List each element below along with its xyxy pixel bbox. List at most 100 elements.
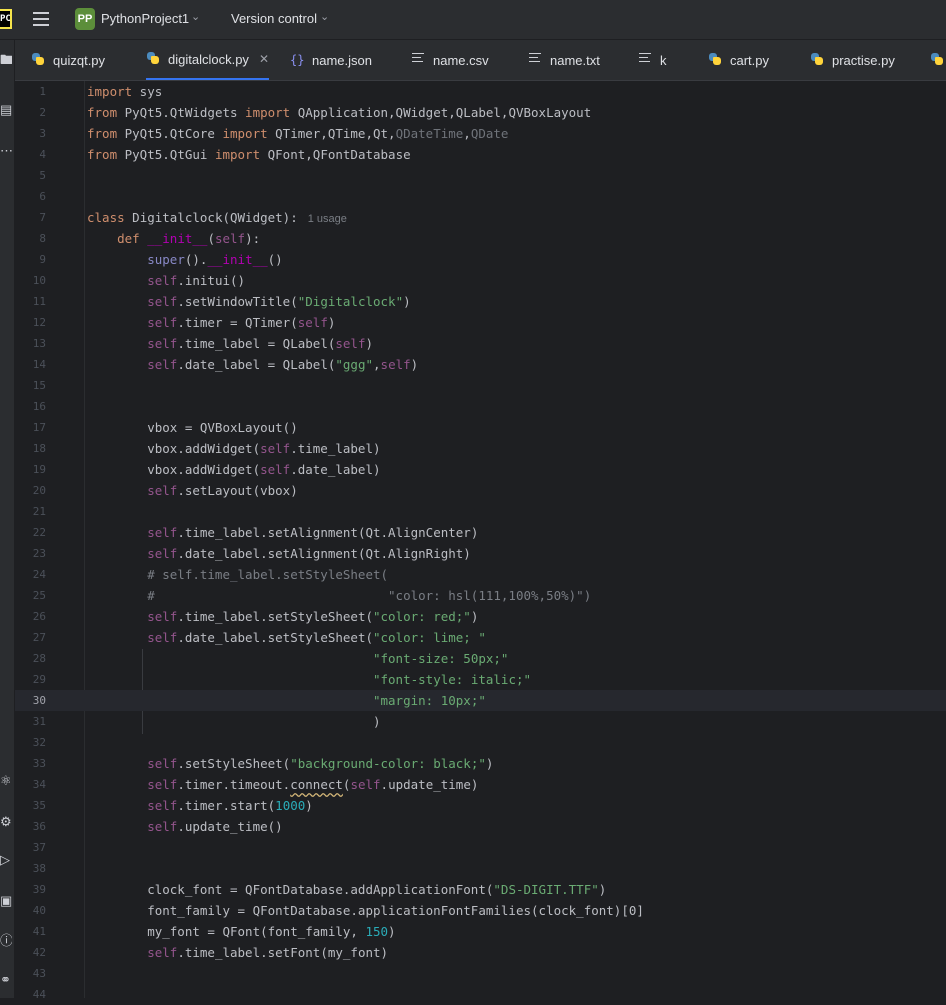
code-text[interactable]: self.setLayout(vbox) (87, 480, 298, 501)
chevron-down-icon[interactable]: ⌄ (320, 10, 329, 23)
code-text[interactable]: self.time_label = QLabel(self) (87, 333, 373, 354)
project-selector[interactable]: PythonProject1 (101, 11, 189, 26)
code-line[interactable]: 32 (15, 732, 946, 753)
code-text[interactable]: self.setWindowTitle("Digitalclock") (87, 291, 410, 312)
code-line[interactable]: 38 (15, 858, 946, 879)
code-text[interactable]: from PyQt5.QtCore import QTimer,QTime,Qt… (87, 123, 508, 144)
code-text[interactable]: def __init__(self): (87, 228, 260, 249)
code-line[interactable]: 20 self.setLayout(vbox) (15, 480, 946, 501)
code-line[interactable]: 30 "margin: 10px;" (15, 690, 946, 711)
tab-cart[interactable]: cart.py (708, 40, 769, 80)
code-line[interactable]: 21 (15, 501, 946, 522)
code-line[interactable]: 2 from PyQt5.QtWidgets import QApplicatio… (15, 102, 946, 123)
pycharm-logo-icon[interactable]: PC (0, 9, 12, 29)
code-text[interactable]: self.date_label = QLabel("ggg",self) (87, 354, 418, 375)
tab-name-txt[interactable]: name.txt (528, 40, 600, 80)
code-line[interactable]: 12 self.timer = QTimer(self) (15, 312, 946, 333)
code-text[interactable]: # "color: hsl(111,100%,50%)") (87, 585, 591, 606)
tab-digitalclock[interactable]: digitalclock.py ✕ (146, 40, 269, 80)
code-line[interactable]: 15 (15, 375, 946, 396)
code-text[interactable]: font_family = QFontDatabase.applicationF… (87, 900, 644, 921)
code-text[interactable]: self.time_label.setAlignment(Qt.AlignCen… (87, 522, 478, 543)
python-packages-icon[interactable]: ⚛ (0, 773, 12, 789)
code-text[interactable]: self.update_time() (87, 816, 282, 837)
code-line[interactable]: 33 self.setStyleSheet("background-color:… (15, 753, 946, 774)
code-line[interactable]: 8 def __init__(self): (15, 228, 946, 249)
code-line[interactable]: 39 clock_font = QFontDatabase.addApplica… (15, 879, 946, 900)
code-line[interactable]: 44 (15, 984, 946, 1005)
code-text[interactable]: vbox.addWidget(self.date_label) (87, 459, 380, 480)
code-line[interactable]: 35 self.timer.start(1000) (15, 795, 946, 816)
code-line[interactable]: 23 self.date_label.setAlignment(Qt.Align… (15, 543, 946, 564)
chevron-down-icon[interactable]: ⌄ (191, 10, 200, 23)
problems-icon[interactable]: ⓘ (0, 933, 12, 949)
code-line[interactable]: 16 (15, 396, 946, 417)
code-text[interactable]: self.timer.timeout.connect(self.update_t… (87, 774, 478, 795)
code-text[interactable]: "margin: 10px;" (87, 690, 486, 711)
code-line[interactable]: 29 "font-style: italic;" (15, 669, 946, 690)
code-text[interactable]: self.setStyleSheet("background-color: bl… (87, 753, 493, 774)
code-text[interactable]: self.timer = QTimer(self) (87, 312, 335, 333)
usage-hint[interactable]: 1 usage (308, 213, 347, 225)
code-line[interactable]: 4 from PyQt5.QtGui import QFont,QFontData… (15, 144, 946, 165)
code-text[interactable]: super().__init__() (87, 249, 283, 270)
tab-name-json[interactable]: {} name.json (290, 40, 372, 80)
code-text[interactable]: from PyQt5.QtWidgets import QApplication… (87, 102, 591, 123)
code-line[interactable]: 3 from PyQt5.QtCore import QTimer,QTime,Q… (15, 123, 946, 144)
code-text[interactable]: self.time_label.setStyleSheet("color: re… (87, 606, 478, 627)
code-text[interactable]: from PyQt5.QtGui import QFont,QFontDatab… (87, 144, 411, 165)
code-text[interactable]: # self.time_label.setStyleSheet( (87, 564, 388, 585)
run-icon[interactable]: ▷ (0, 852, 12, 868)
code-line[interactable]: 5 (15, 165, 946, 186)
code-line[interactable]: 34 self.timer.timeout.connect(self.updat… (15, 774, 946, 795)
code-line[interactable]: 18 vbox.addWidget(self.time_label) (15, 438, 946, 459)
main-menu-icon[interactable] (33, 12, 49, 26)
tab-quizqt[interactable]: quizqt.py (31, 40, 105, 80)
code-text[interactable]: clock_font = QFontDatabase.addApplicatio… (87, 879, 606, 900)
code-line[interactable]: 7 class Digitalclock(QWidget): 1 usage (15, 207, 946, 228)
code-line[interactable]: 26 self.time_label.setStyleSheet("color:… (15, 606, 946, 627)
code-line[interactable]: 41 my_font = QFont(font_family, 150) (15, 921, 946, 942)
code-line[interactable]: 6 (15, 186, 946, 207)
code-text[interactable]: vbox = QVBoxLayout() (87, 417, 298, 438)
terminal-icon[interactable]: ▣ (0, 893, 12, 909)
code-text[interactable]: "font-style: italic;" (87, 669, 531, 690)
tab-practise[interactable]: practise.py (810, 40, 895, 80)
code-line[interactable]: 25 # "color: hsl(111,100%,50%)") (15, 585, 946, 606)
code-text[interactable]: import sys (87, 81, 162, 102)
code-text[interactable]: ) (87, 711, 381, 732)
code-line[interactable]: 27 self.date_label.setStyleSheet("color:… (15, 627, 946, 648)
structure-icon[interactable]: ▤ (0, 102, 12, 118)
code-text[interactable]: self.initui() (87, 270, 245, 291)
close-icon[interactable]: ✕ (259, 52, 269, 66)
tab-overflow[interactable] (930, 40, 946, 80)
code-line[interactable]: 42 self.time_label.setFont(my_font) (15, 942, 946, 963)
version-control-menu[interactable]: Version control (231, 11, 317, 26)
code-line[interactable]: 14 self.date_label = QLabel("ggg",self) (15, 354, 946, 375)
code-line[interactable]: 9 super().__init__() (15, 249, 946, 270)
code-line[interactable]: 36 self.update_time() (15, 816, 946, 837)
code-text[interactable]: class Digitalclock(QWidget): 1 usage (87, 207, 347, 230)
code-text[interactable]: self.date_label.setAlignment(Qt.AlignRig… (87, 543, 471, 564)
code-line[interactable]: 43 (15, 963, 946, 984)
code-line[interactable]: 31 ) (15, 711, 946, 732)
more-tools-icon[interactable]: ⋯ (0, 143, 12, 159)
code-line[interactable]: 19 vbox.addWidget(self.date_label) (15, 459, 946, 480)
code-line[interactable]: 11 self.setWindowTitle("Digitalclock") (15, 291, 946, 312)
tab-name-csv[interactable]: name.csv (411, 40, 489, 80)
code-line[interactable]: 28 "font-size: 50px;" (15, 648, 946, 669)
code-text[interactable]: "font-size: 50px;" (87, 648, 508, 669)
code-line[interactable]: 10 self.initui() (15, 270, 946, 291)
code-text[interactable]: self.time_label.setFont(my_font) (87, 942, 388, 963)
code-line[interactable]: 24 # self.time_label.setStyleSheet( (15, 564, 946, 585)
code-editor[interactable]: 1 import sys 2 from PyQt5.QtWidgets import … (15, 81, 946, 1001)
tab-k[interactable]: k (638, 40, 667, 80)
code-line[interactable]: 17 vbox = QVBoxLayout() (15, 417, 946, 438)
code-text[interactable]: vbox.addWidget(self.time_label) (87, 438, 380, 459)
code-text[interactable]: self.timer.start(1000) (87, 795, 313, 816)
code-text[interactable]: my_font = QFont(font_family, 150) (87, 921, 395, 942)
project-badge[interactable]: PP (75, 8, 95, 30)
code-line[interactable]: 1 import sys (15, 81, 946, 102)
project-folder-icon[interactable]: 🖿 (0, 52, 12, 68)
code-line[interactable]: 37 (15, 837, 946, 858)
